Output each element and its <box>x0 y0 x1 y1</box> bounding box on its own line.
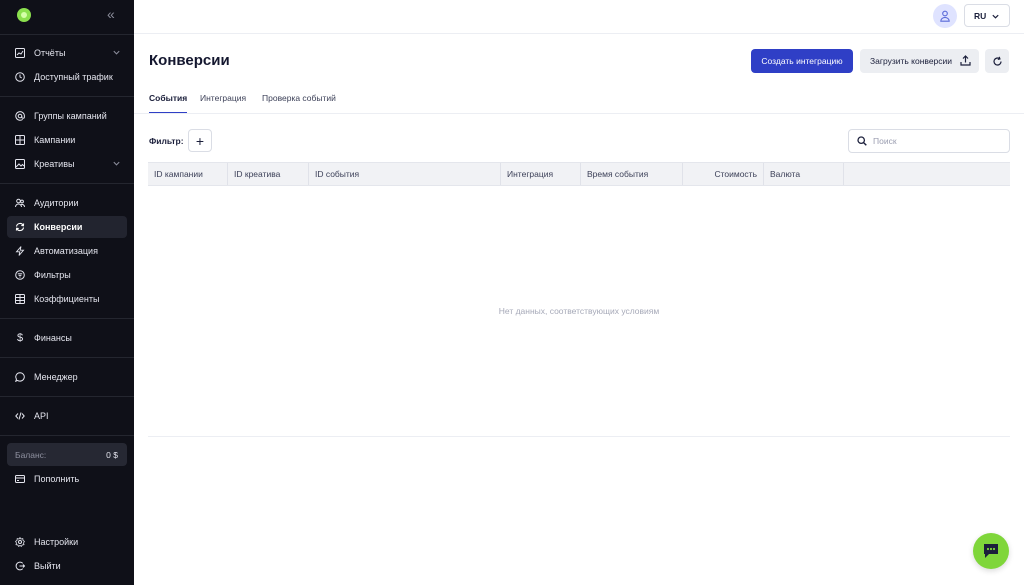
sidebar-item-campaign-groups[interactable]: Группы кампаний <box>7 105 127 127</box>
sidebar-item-label: Настройки <box>34 537 79 547</box>
sidebar-header: « <box>0 0 134 34</box>
sidebar-item-label: Финансы <box>34 333 72 343</box>
sidebar-item-top-up[interactable]: Пополнить <box>7 468 127 490</box>
sidebar-divider <box>0 183 134 184</box>
logout-icon <box>15 561 25 571</box>
sidebar-divider <box>0 318 134 319</box>
create-integration-button[interactable]: Создать интеграцию <box>751 49 853 73</box>
refresh-icon <box>15 222 25 232</box>
sidebar-item-label: Конверсии <box>34 222 83 232</box>
chevron-down-icon <box>113 161 120 166</box>
sidebar-item-automation[interactable]: Автоматизация <box>7 240 127 262</box>
balance-label: Баланс: <box>15 449 47 460</box>
sidebar-divider <box>0 34 134 35</box>
tabs: События Интеграция Проверка событий <box>149 91 1010 114</box>
language-select[interactable]: RU <box>964 4 1010 27</box>
add-filter-button[interactable]: + <box>188 129 212 152</box>
column-cost[interactable]: Стоимость <box>683 163 764 185</box>
sidebar-divider <box>0 396 134 397</box>
search-input[interactable] <box>873 136 1003 146</box>
sidebar-item-logout[interactable]: Выйти <box>7 555 127 577</box>
sidebar-item-coefficients[interactable]: Коэффициенты <box>7 288 127 310</box>
sidebar-item-settings[interactable]: Настройки <box>7 531 127 553</box>
sidebar-item-campaigns[interactable]: Кампании <box>7 129 127 151</box>
upload-conversions-button[interactable]: Загрузить конверсии <box>860 49 979 73</box>
upload-conversions-label: Загрузить конверсии <box>870 56 953 66</box>
search-icon <box>857 136 867 146</box>
sidebar-item-label: Аудитории <box>34 198 79 208</box>
sidebar-divider <box>0 435 134 436</box>
grid-icon <box>15 135 25 145</box>
chat-icon <box>984 544 998 558</box>
filter-label: Фильтр: <box>149 136 184 146</box>
table-header: ID кампании ID креатива ID события Интег… <box>148 162 1010 186</box>
image-icon <box>15 159 25 169</box>
column-event-time[interactable]: Время события <box>581 163 683 185</box>
support-chat-button[interactable] <box>973 533 1009 569</box>
tab-event-check[interactable]: Проверка событий <box>262 91 336 114</box>
top-bar <box>134 0 1024 34</box>
sidebar-item-label: Пополнить <box>34 474 80 484</box>
users-icon <box>15 198 25 208</box>
column-campaign-id[interactable]: ID кампании <box>148 163 228 185</box>
sidebar-item-label: Креативы <box>34 159 75 169</box>
column-creative-id[interactable]: ID креатива <box>228 163 309 185</box>
search-box <box>848 129 1010 153</box>
refresh-icon <box>992 56 1002 66</box>
sidebar-item-label: API <box>34 411 49 421</box>
chevron-down-icon <box>992 14 999 19</box>
sidebar-item-conversions[interactable]: Конверсии <box>7 216 127 238</box>
gear-icon <box>15 537 25 547</box>
clock-icon <box>15 72 25 82</box>
chart-icon <box>15 48 25 58</box>
filter-icon <box>15 270 25 280</box>
balance-value: 0 $ <box>106 449 118 460</box>
sidebar-item-label: Доступный трафик <box>34 72 113 82</box>
column-event-id[interactable]: ID события <box>309 163 501 185</box>
tab-events[interactable]: События <box>149 91 188 114</box>
table-icon <box>15 294 25 304</box>
code-icon <box>15 411 25 421</box>
column-currency[interactable]: Валюта <box>764 163 844 185</box>
at-icon <box>15 111 25 121</box>
balance-box: Баланс: 0 $ <box>7 443 127 466</box>
user-avatar[interactable] <box>933 4 957 28</box>
sidebar-item-available-traffic[interactable]: Доступный трафик <box>7 66 127 88</box>
logo[interactable] <box>17 8 31 22</box>
sidebar-item-label: Отчёты <box>34 48 66 58</box>
sidebar-item-api[interactable]: API <box>7 405 127 427</box>
page-title: Конверсии <box>149 52 230 69</box>
column-integration[interactable]: Интеграция <box>501 163 581 185</box>
sidebar-item-label: Выйти <box>34 561 61 571</box>
tabs-divider <box>134 113 1024 114</box>
sidebar-item-creatives[interactable]: Креативы <box>7 153 127 175</box>
refresh-button[interactable] <box>985 49 1009 73</box>
sidebar-item-finance[interactable]: $ Финансы <box>7 327 127 349</box>
sidebar-divider <box>0 96 134 97</box>
sidebar: « Отчёты Доступный трафик Группы кампани… <box>0 0 134 585</box>
sidebar-item-label: Автоматизация <box>34 246 98 256</box>
sidebar-item-label: Коэффициенты <box>34 294 100 304</box>
sidebar-item-label: Менеджер <box>34 372 78 382</box>
tab-integration[interactable]: Интеграция <box>200 91 246 114</box>
collapse-sidebar-icon[interactable]: « <box>107 6 115 22</box>
conversions-table: ID кампании ID креатива ID события Интег… <box>148 162 1010 437</box>
sidebar-item-manager[interactable]: Менеджер <box>7 366 127 388</box>
dollar-icon: $ <box>16 332 24 344</box>
sidebar-item-label: Фильтры <box>34 270 71 280</box>
empty-state-text: Нет данных, соответствующих условиям <box>498 306 660 316</box>
sidebar-item-label: Кампании <box>34 135 76 145</box>
bolt-icon <box>15 246 25 256</box>
language-value: RU <box>974 10 987 21</box>
user-icon <box>940 10 950 22</box>
sidebar-item-audiences[interactable]: Аудитории <box>7 192 127 214</box>
sidebar-divider <box>0 357 134 358</box>
wallet-icon <box>15 474 25 484</box>
upload-icon <box>960 55 971 66</box>
sidebar-item-reports[interactable]: Отчёты <box>7 42 127 64</box>
sidebar-item-label: Группы кампаний <box>34 111 107 121</box>
chevron-down-icon <box>113 50 120 55</box>
chat-icon <box>15 372 25 382</box>
sidebar-item-filters[interactable]: Фильтры <box>7 264 127 286</box>
